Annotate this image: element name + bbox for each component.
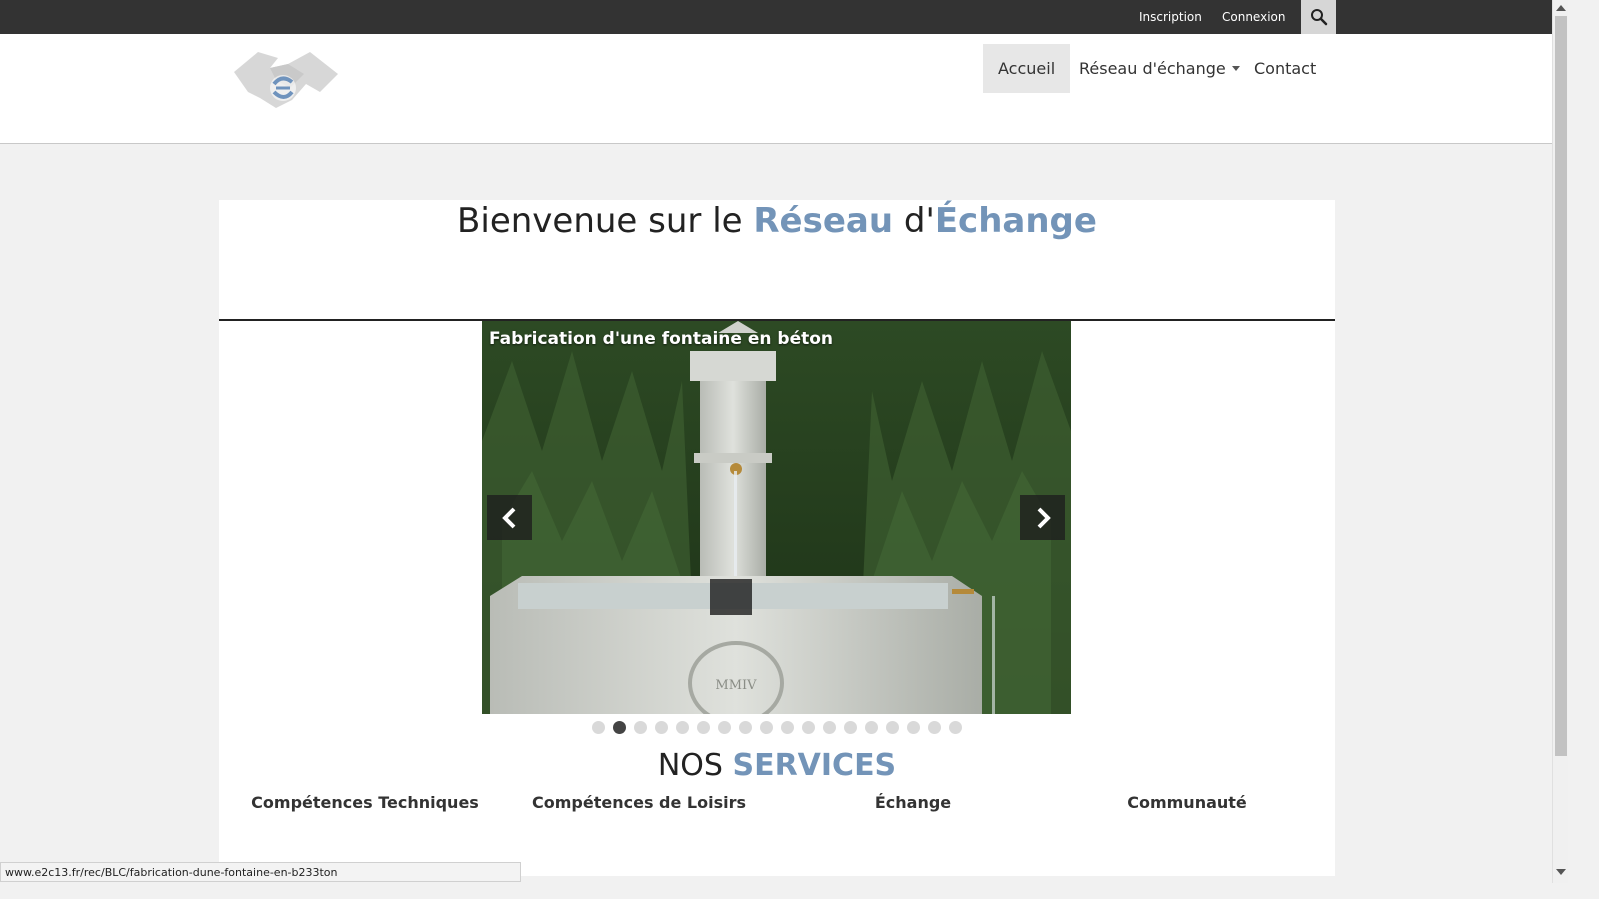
nav-exchange-network[interactable]: Réseau d'échange: [1064, 44, 1255, 93]
carousel-next-button[interactable]: [1020, 495, 1065, 540]
fountain-photo: MMIV: [482, 321, 1071, 714]
chevron-right-icon: [1037, 507, 1051, 528]
fountain-inscription: MMIV: [715, 678, 757, 693]
service-exchange[interactable]: Échange: [776, 793, 1050, 812]
welcome-prefix: Bienvenue sur le: [457, 201, 754, 241]
search-icon: [1310, 9, 1327, 26]
carousel-dot[interactable]: [781, 721, 794, 734]
chevron-left-icon: [501, 507, 515, 528]
carousel-indicators: [219, 721, 1335, 734]
carousel-dot[interactable]: [697, 721, 710, 734]
carousel-dot[interactable]: [739, 721, 752, 734]
page-scrollbar[interactable]: [1552, 0, 1568, 883]
carousel-dot[interactable]: [655, 721, 668, 734]
handshake-logo[interactable]: [230, 44, 342, 114]
scrollbar-thumb[interactable]: [1555, 16, 1567, 756]
carousel-dot[interactable]: [823, 721, 836, 734]
nav-home-label: Accueil: [998, 59, 1056, 78]
carousel-dot[interactable]: [886, 721, 899, 734]
scroll-up-icon[interactable]: [1556, 5, 1566, 11]
services-title-accent: SERVICES: [732, 748, 897, 783]
welcome-mid: d': [893, 201, 935, 241]
site-header: Accueil Réseau d'échange Contact: [0, 34, 1552, 144]
welcome-heading: Bienvenue sur le Réseau d'Échange: [219, 200, 1335, 242]
top-bar: Inscription Connexion: [0, 0, 1552, 34]
image-carousel[interactable]: MMIV Fabrication d'une fontaine en béton: [482, 321, 1071, 714]
register-link[interactable]: Inscription: [1139, 10, 1202, 24]
carousel-dot[interactable]: [844, 721, 857, 734]
carousel-prev-button[interactable]: [487, 495, 532, 540]
main-content: Bienvenue sur le Réseau d'Échange MMIV F…: [219, 200, 1335, 876]
carousel-dot[interactable]: [802, 721, 815, 734]
browser-status-url: www.e2c13.fr/rec/BLC/fabrication-dune-fo…: [0, 862, 521, 882]
carousel-dot[interactable]: [613, 721, 626, 734]
nav-home[interactable]: Accueil: [983, 44, 1071, 93]
carousel-dot[interactable]: [718, 721, 731, 734]
carousel-dot[interactable]: [949, 721, 962, 734]
login-link[interactable]: Connexion: [1222, 10, 1286, 24]
search-button[interactable]: [1301, 0, 1336, 34]
carousel-dot[interactable]: [676, 721, 689, 734]
nav-contact[interactable]: Contact: [1239, 44, 1331, 93]
service-technical-skills[interactable]: Compétences Techniques: [228, 793, 502, 812]
service-community[interactable]: Communauté: [1050, 793, 1324, 812]
services-title-plain: NOS: [657, 748, 733, 783]
welcome-word-echange: Échange: [934, 201, 1097, 241]
scroll-down-icon[interactable]: [1556, 869, 1566, 875]
carousel-dot[interactable]: [760, 721, 773, 734]
nav-contact-label: Contact: [1254, 59, 1317, 78]
nav-exchange-label: Réseau d'échange: [1079, 59, 1226, 78]
carousel-dot[interactable]: [634, 721, 647, 734]
carousel-dot[interactable]: [592, 721, 605, 734]
carousel-dot[interactable]: [865, 721, 878, 734]
welcome-word-reseau: Réseau: [753, 201, 894, 241]
services-heading: NOS SERVICES: [219, 746, 1335, 786]
service-leisure-skills[interactable]: Compétences de Loisirs: [502, 793, 776, 812]
carousel-dot[interactable]: [928, 721, 941, 734]
slide-title[interactable]: Fabrication d'une fontaine en béton: [489, 329, 833, 349]
carousel-dot[interactable]: [907, 721, 920, 734]
